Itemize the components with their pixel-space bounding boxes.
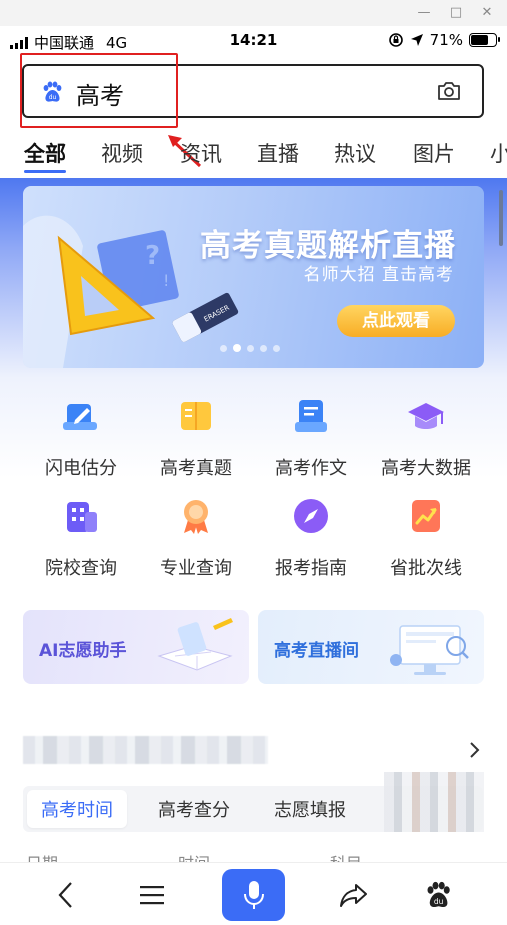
graduation-cap-icon — [408, 403, 444, 429]
chevron-right-icon[interactable] — [466, 740, 482, 760]
banner-subtitle: 名师大招 直击高考 — [303, 265, 454, 285]
obscured-content — [384, 772, 484, 832]
tool-label: 高考真题 — [160, 458, 232, 479]
tool-label: 省批次线 — [390, 558, 462, 579]
baidu-home-button[interactable]: du — [418, 877, 458, 913]
card-live-room[interactable]: 高考直播间 — [258, 610, 484, 684]
voice-search-button[interactable] — [222, 869, 285, 921]
tool-application-guide[interactable]: 报考指南 — [256, 496, 366, 580]
maximize-icon[interactable]: □ — [447, 4, 465, 22]
tool-label: 院校查询 — [45, 558, 117, 579]
banner-title: 高考真题解析直播 — [200, 228, 456, 264]
open-book-icon — [181, 402, 211, 430]
window-chrome: — □ ✕ — [0, 0, 507, 26]
obscured-content — [23, 736, 268, 764]
share-button[interactable] — [334, 877, 374, 913]
subtab-exam-time[interactable]: 高考时间 — [27, 790, 127, 828]
share-arrow-icon — [340, 884, 367, 907]
hamburger-menu-icon — [140, 886, 164, 905]
tool-quick-score[interactable]: 闪电估分 — [26, 396, 136, 480]
location-arrow-icon — [410, 34, 423, 46]
tool-past-papers[interactable]: 高考真题 — [141, 396, 251, 480]
card-title: 高考直播间 — [274, 641, 359, 661]
tab-video[interactable]: 视频 — [101, 138, 143, 168]
tool-college-search[interactable]: 院校查询 — [26, 496, 136, 580]
tab-all[interactable]: 全部 — [24, 138, 66, 168]
compass-icon — [294, 499, 328, 533]
card-ai-assistant[interactable]: AI志愿助手 — [23, 610, 249, 684]
active-tab-indicator — [24, 170, 66, 173]
tool-major-search[interactable]: 专业查询 — [141, 496, 251, 580]
orientation-lock-icon — [388, 33, 403, 47]
tool-label: 专业查询 — [160, 558, 232, 579]
bottom-nav: du — [0, 862, 507, 925]
medal-icon — [184, 500, 208, 534]
menu-button[interactable] — [132, 877, 172, 913]
banner-illustration: ? ! ERASER — [23, 215, 239, 368]
card-title: AI志愿助手 — [39, 641, 127, 661]
tool-label: 高考大数据 — [381, 458, 471, 479]
tab-images[interactable]: 图片 — [413, 138, 455, 168]
monitor-illustration-icon — [390, 625, 469, 675]
baidu-paw-icon: du — [427, 881, 450, 907]
tab-discussion[interactable]: 热议 — [334, 138, 376, 168]
tool-label: 闪电估分 — [45, 458, 117, 479]
tab-news[interactable]: 资讯 — [180, 138, 222, 168]
close-icon[interactable]: ✕ — [478, 4, 496, 22]
minimize-icon[interactable]: — — [415, 4, 433, 22]
tab-more[interactable]: 小 — [490, 138, 507, 168]
microphone-icon — [243, 881, 264, 909]
status-bar: 中国联通 4G 14:21 71% — [0, 26, 507, 56]
carousel-dots[interactable] — [220, 344, 280, 352]
trend-chart-icon — [412, 500, 440, 532]
svg-text:?: ? — [145, 241, 160, 271]
subtab-score-check[interactable]: 高考查分 — [158, 796, 230, 822]
tool-label: 高考作文 — [275, 458, 347, 479]
svg-text:du: du — [434, 897, 444, 906]
scrollbar[interactable] — [499, 190, 503, 246]
document-icon — [295, 400, 327, 432]
tool-label: 报考指南 — [275, 558, 347, 579]
building-icon — [67, 502, 97, 532]
live-banner[interactable]: ? ! ERASER 高考真题解析直播 名师大招 直击高考 点此观看 — [23, 186, 484, 368]
annotation-highlight-box — [20, 53, 178, 128]
subtab-application[interactable]: 志愿填报 — [274, 796, 346, 822]
tool-essay[interactable]: 高考作文 — [256, 396, 366, 480]
tool-big-data[interactable]: 高考大数据 — [371, 396, 481, 480]
battery-icon — [469, 33, 500, 47]
svg-text:!: ! — [163, 271, 169, 290]
pencil-note-icon — [63, 404, 97, 430]
camera-icon[interactable] — [436, 79, 462, 103]
tab-live[interactable]: 直播 — [257, 138, 299, 168]
tool-batch-cutoff[interactable]: 省批次线 — [371, 496, 481, 580]
book-illustration-icon — [157, 618, 233, 671]
watch-now-button[interactable]: 点此观看 — [337, 305, 455, 337]
back-button[interactable] — [46, 877, 86, 913]
category-tabs: 全部 视频 资讯 直播 热议 图片 小 — [0, 134, 507, 174]
chevron-left-icon — [58, 882, 72, 908]
battery-label: 71% — [429, 31, 463, 49]
